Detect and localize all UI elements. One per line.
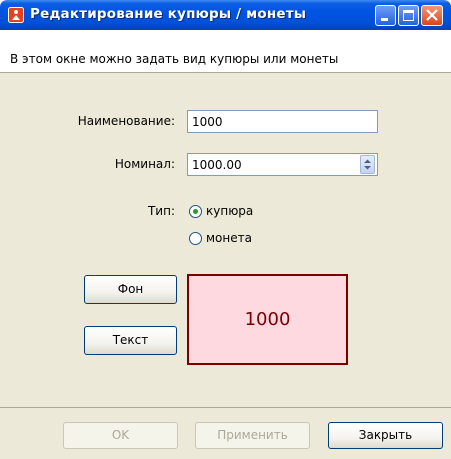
nominal-input-value: 1000.00 (192, 158, 242, 172)
banknote-preview: 1000 (187, 274, 348, 365)
type-label: Тип: (147, 204, 175, 218)
minimize-icon (381, 18, 388, 21)
dialog-header: В этом окне можно задать вид купюры или … (0, 30, 451, 73)
maximize-button[interactable] (398, 5, 419, 26)
title-bar[interactable]: Редактирование купюры / монеты (0, 0, 451, 30)
name-input-value: 1000 (192, 115, 223, 129)
edit-banknote-dialog: Редактирование купюры / монеты В этом ок… (0, 0, 451, 459)
close-window-button[interactable] (421, 5, 443, 26)
minimize-button[interactable] (375, 5, 396, 26)
close-icon (426, 9, 438, 21)
name-label: Наименование: (77, 114, 175, 128)
nominal-spinbox[interactable]: 1000.00 (187, 153, 378, 176)
nominal-spin-buttons[interactable] (360, 155, 375, 174)
type-radio-banknote-label[interactable]: купюра (206, 204, 253, 218)
preview-value: 1000 (244, 309, 291, 330)
close-button[interactable]: Закрыть (328, 422, 443, 449)
nominal-label: Номинал: (114, 157, 175, 171)
window-title: Редактирование купюры / монеты (30, 6, 307, 22)
apply-button[interactable]: Применить (195, 422, 310, 449)
background-color-button[interactable]: Фон (84, 275, 177, 304)
name-input[interactable]: 1000 (187, 110, 378, 133)
maximize-icon (403, 10, 414, 21)
dialog-description: В этом окне можно задать вид купюры или … (10, 52, 339, 66)
type-radio-coin-label[interactable]: монета (206, 231, 252, 245)
spin-up-down-icon (364, 159, 371, 170)
ok-button[interactable]: OK (63, 422, 178, 449)
app-icon (8, 7, 24, 23)
type-radio-coin[interactable] (189, 232, 202, 245)
text-color-button[interactable]: Текст (84, 326, 177, 355)
dialog-footer: OK Применить Закрыть (0, 407, 451, 459)
type-radio-banknote[interactable] (189, 205, 202, 218)
